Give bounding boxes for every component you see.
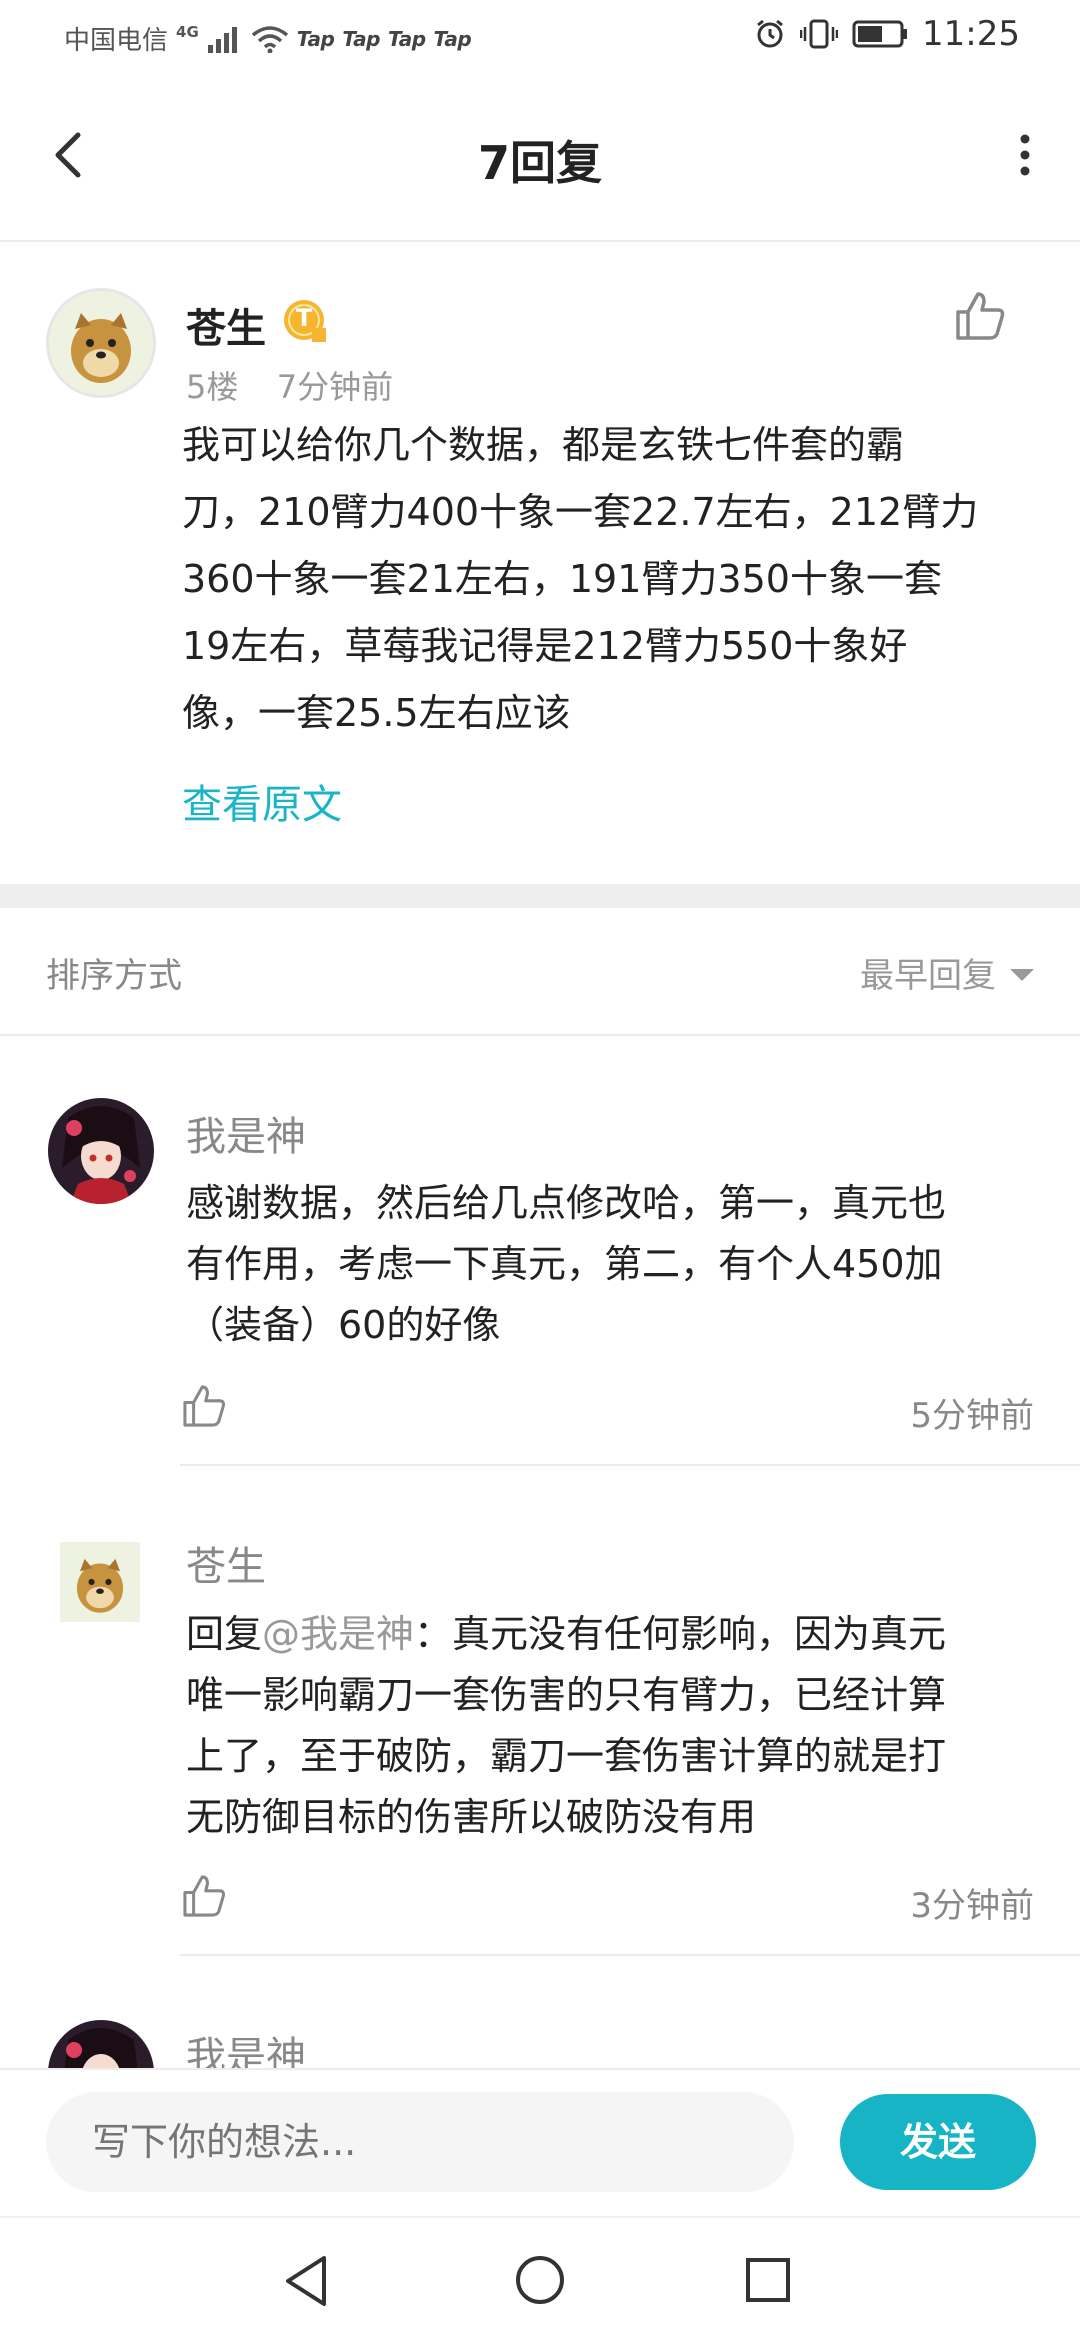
reply-prefix: 回复 xyxy=(186,1612,263,1656)
reply-author-name[interactable]: 苍生 xyxy=(186,1534,266,1592)
thumbs-up-icon xyxy=(183,1385,226,1427)
nav-recents-icon[interactable] xyxy=(744,2256,792,2304)
more-dots-icon xyxy=(1020,134,1030,176)
post-content-line: 360十象一套21左右，191臂力350十象一套 xyxy=(182,557,942,601)
post-meta: 5楼 7分钟前 xyxy=(186,362,393,408)
status-right: 11:25 xyxy=(754,14,1020,54)
sort-dropdown[interactable]: 最早回复 xyxy=(860,948,1034,997)
status-left: 中国电信 4G Tap Tap Tap Tap xyxy=(64,20,472,57)
post-author-name[interactable]: 苍生 xyxy=(186,296,266,354)
post-floor: 5楼 xyxy=(186,368,239,406)
status-bar: 中国电信 4G Tap Tap Tap Tap 11:25 xyxy=(0,0,1080,75)
reply-content-line: 感谢数据，然后给几点修改哈，第一，真元也 xyxy=(186,1181,947,1225)
t-badge-icon: T xyxy=(282,298,326,342)
reply-time: 3分钟前 xyxy=(910,1886,1034,1926)
sort-bar: 排序方式 最早回复 xyxy=(0,908,1080,1036)
thumbs-up-icon xyxy=(956,292,1005,340)
status-time: 11:25 xyxy=(922,14,1020,54)
reply-like-button[interactable] xyxy=(178,1870,230,1922)
reply-content-line: 有作用，考虑一下真元，第二，有个人450加 xyxy=(186,1242,943,1286)
post-content-line: 刀，210臂力400十象一套22.7左右，212臂力 xyxy=(182,490,979,534)
reply-avatar[interactable] xyxy=(48,1098,154,1204)
t-badge-letter: T xyxy=(295,304,313,332)
nav-back-icon[interactable] xyxy=(282,2254,332,2308)
reply-like-button[interactable] xyxy=(178,1380,230,1432)
post-content: 我可以给你几个数据，都是玄铁七件套的霸 刀，210臂力400十象一套22.7左右… xyxy=(182,412,1042,747)
top-app-bar: 7回复 xyxy=(0,75,1080,242)
reply-avatar[interactable] xyxy=(60,1542,140,1622)
thumbs-up-icon xyxy=(183,1875,226,1917)
author-avatar[interactable] xyxy=(46,288,156,398)
alarm-icon xyxy=(757,19,783,48)
page-title: 7回复 xyxy=(477,136,602,190)
reply-content-line: 回复@我是神：真元没有任何影响，因为真元 xyxy=(186,1604,1046,1665)
doge-avatar-image xyxy=(60,1542,140,1622)
tap-label-3: Tap xyxy=(387,26,426,51)
post-content-line: 我可以给你几个数据，都是玄铁七件套的霸 xyxy=(182,423,905,467)
carrier-label: 中国电信 xyxy=(64,26,169,56)
reply-content-first: ：真元没有任何影响，因为真元 xyxy=(414,1612,947,1656)
reply-content-line: 唯一影响霸刀一套伤害的只有臂力，已经计算 xyxy=(186,1673,947,1717)
reply-content-line: （装备）60的好像 xyxy=(186,1303,501,1347)
reply-time: 5分钟前 xyxy=(910,1396,1034,1436)
anime-girl-avatar-image xyxy=(48,1098,154,1204)
signal-icon xyxy=(207,26,237,53)
reply-content: 感谢数据，然后给几点修改哈，第一，真元也 有作用，考虑一下真元，第二，有个人45… xyxy=(186,1173,1046,1356)
more-options-button[interactable] xyxy=(1010,125,1040,185)
post-content-line: 19左右，草莓我记得是212臂力550十象好 xyxy=(182,624,908,668)
battery-icon xyxy=(852,20,908,48)
sort-label: 排序方式 xyxy=(46,956,182,996)
chevron-down-icon xyxy=(1010,968,1034,981)
reply-content: 回复@我是神：真元没有任何影响，因为真元 唯一影响霸刀一套伤害的只有臂力，已经计… xyxy=(186,1604,1046,1848)
comment-input-bar: 发送 xyxy=(0,2068,1080,2218)
comment-input[interactable] xyxy=(46,2092,794,2192)
vibrate-icon xyxy=(800,19,839,49)
tap-label-4: Tap xyxy=(433,26,472,51)
tap-label-1: Tap xyxy=(296,26,335,51)
doge-avatar-image xyxy=(49,291,153,395)
reply-divider xyxy=(180,1464,1080,1466)
nav-home-icon[interactable] xyxy=(514,2254,566,2306)
view-original-link[interactable]: 查看原文 xyxy=(182,772,342,830)
section-divider xyxy=(0,884,1080,908)
reply-content-line: 上了，至于破防，霸刀一套伤害计算的就是打 xyxy=(186,1734,947,1778)
system-nav-bar xyxy=(0,2216,1080,2342)
reply-content-line: 无防御目标的伤害所以破防没有用 xyxy=(186,1795,757,1839)
send-button[interactable]: 发送 xyxy=(840,2094,1036,2190)
tap-label-2: Tap xyxy=(342,26,380,51)
mention-link[interactable]: @我是神 xyxy=(262,1612,414,1656)
post-content-line: 像，一套25.5左右应该 xyxy=(182,691,571,735)
network-label: 4G xyxy=(176,22,199,41)
sort-selected-value: 最早回复 xyxy=(860,956,996,996)
wifi-icon xyxy=(251,25,288,53)
post-time: 7分钟前 xyxy=(276,368,394,406)
reply-author-name[interactable]: 我是神 xyxy=(186,1104,306,1162)
reply-divider xyxy=(180,1954,1080,1956)
post-like-button[interactable] xyxy=(950,286,1010,346)
